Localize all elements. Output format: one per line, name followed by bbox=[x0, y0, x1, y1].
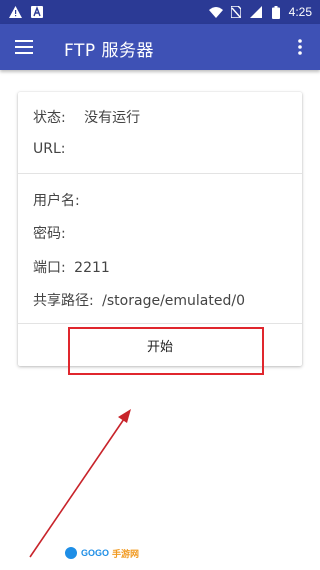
status-left bbox=[0, 5, 44, 19]
overflow-menu-button[interactable] bbox=[290, 35, 310, 59]
username-label: 用户名: bbox=[33, 193, 80, 209]
status-value: 没有运行 bbox=[84, 110, 141, 126]
watermark-text-a: GOGO bbox=[81, 548, 110, 558]
battery-icon bbox=[269, 5, 283, 19]
watermark-logo: GOGO 手游网 bbox=[64, 546, 139, 560]
status-time: 4:25 bbox=[288, 5, 312, 19]
password-label: 密码: bbox=[33, 226, 66, 242]
watermark-text-b: 手游网 bbox=[112, 548, 140, 559]
no-sim-icon bbox=[229, 5, 243, 19]
app-bar: FTP 服务器 bbox=[0, 24, 320, 70]
share-path-row: 共享路径: /storage/emulated/0 bbox=[33, 290, 245, 310]
wifi-icon bbox=[208, 5, 223, 19]
signal-icon bbox=[249, 5, 263, 19]
port-label: 端口: bbox=[33, 260, 66, 276]
app-title: FTP 服务器 bbox=[64, 41, 155, 61]
more-vert-icon bbox=[298, 39, 302, 55]
share-path-label: 共享路径: bbox=[33, 293, 94, 309]
port-value: 2211 bbox=[74, 260, 110, 276]
globe-icon bbox=[64, 546, 78, 560]
share-path-value: /storage/emulated/0 bbox=[102, 293, 245, 309]
status-row: 状态: 没有运行 bbox=[33, 107, 140, 127]
divider bbox=[18, 173, 302, 174]
warning-icon bbox=[8, 5, 22, 19]
status-right: 4:25 bbox=[208, 5, 320, 19]
menu-button[interactable] bbox=[12, 35, 36, 59]
url-label: URL: bbox=[33, 141, 66, 157]
hamburger-menu-icon bbox=[15, 40, 33, 54]
status-bar: 4:25 bbox=[0, 0, 320, 24]
status-label: 状态: bbox=[33, 110, 66, 126]
ftp-info-card: 状态: 没有运行 URL: 用户名: 密码: 端口: 2211 共享路径: /s… bbox=[18, 92, 302, 366]
font-icon bbox=[30, 5, 44, 19]
port-row: 端口: 2211 bbox=[33, 257, 110, 277]
highlight-box bbox=[68, 327, 264, 375]
